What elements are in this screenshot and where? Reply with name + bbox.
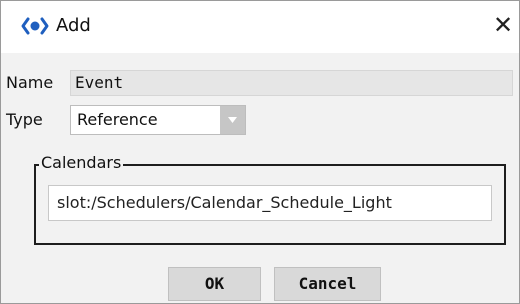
type-select-value: Reference bbox=[77, 110, 158, 129]
type-label: Type bbox=[6, 110, 43, 129]
component-icon bbox=[21, 15, 49, 37]
calendar-ord-field[interactable]: slot:/Schedulers/Calendar_Schedule_Light bbox=[48, 185, 492, 221]
dropdown-arrow-button[interactable] bbox=[220, 106, 245, 134]
name-label: Name bbox=[6, 73, 54, 92]
cancel-button[interactable]: Cancel bbox=[274, 267, 381, 301]
close-icon[interactable]: ✕ bbox=[489, 11, 517, 39]
calendars-legend: Calendars bbox=[39, 152, 124, 174]
ok-button[interactable]: OK bbox=[168, 267, 261, 301]
type-select[interactable]: Reference bbox=[70, 105, 246, 135]
dialog-title: Add bbox=[56, 15, 91, 36]
name-field[interactable]: Event bbox=[70, 70, 513, 96]
title-bar: Add ✕ bbox=[1, 1, 519, 53]
chevron-down-icon bbox=[228, 117, 237, 123]
add-dialog: Add ✕ Name Event Type Reference Calendar… bbox=[0, 0, 520, 304]
